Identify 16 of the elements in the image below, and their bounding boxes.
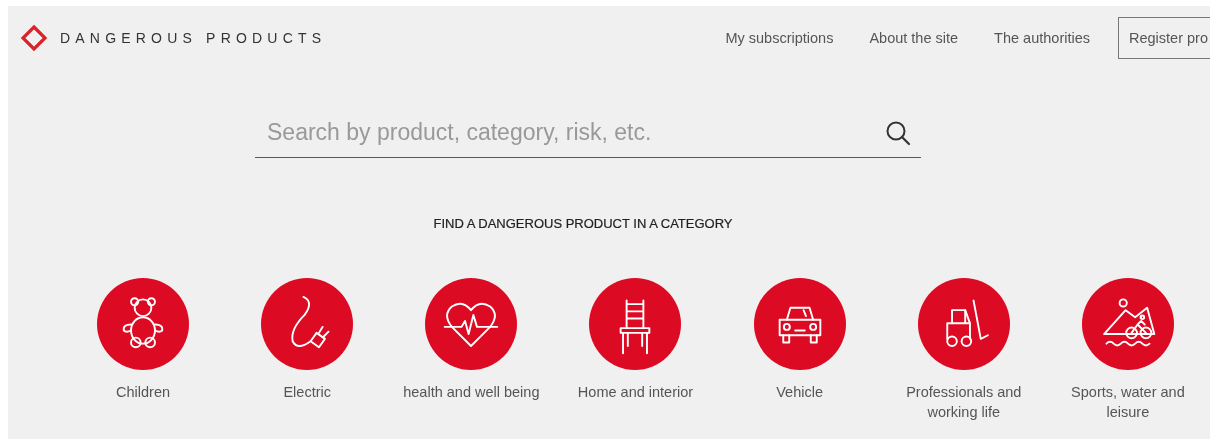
category-label[interactable]: Electric bbox=[237, 382, 378, 402]
category-label[interactable]: Children bbox=[73, 382, 214, 402]
diamond-logo-icon[interactable] bbox=[20, 24, 48, 52]
category-label[interactable]: Sports, water and leisure bbox=[1057, 382, 1198, 422]
nav-link[interactable]: My subscriptions bbox=[725, 30, 834, 46]
category-label[interactable]: Home and interior bbox=[565, 382, 706, 402]
nav-link[interactable]: About the site bbox=[869, 30, 959, 46]
site-logo-text[interactable]: DANGEROUS PRODUCTS bbox=[60, 30, 327, 46]
nav-link[interactable]: The authorities bbox=[994, 30, 1090, 46]
section-heading: FIND A DANGEROUS PRODUCT IN A CATEGORY bbox=[432, 216, 734, 231]
register-product-button[interactable]: Register pro bbox=[1118, 17, 1210, 59]
category-label[interactable]: Professionals and working life bbox=[893, 382, 1034, 422]
search-field[interactable]: Search by product, category, risk, etc. bbox=[255, 108, 921, 158]
category-label[interactable]: health and well being bbox=[401, 382, 542, 402]
search-icon[interactable] bbox=[885, 120, 911, 146]
category-label[interactable]: Vehicle bbox=[729, 382, 870, 402]
